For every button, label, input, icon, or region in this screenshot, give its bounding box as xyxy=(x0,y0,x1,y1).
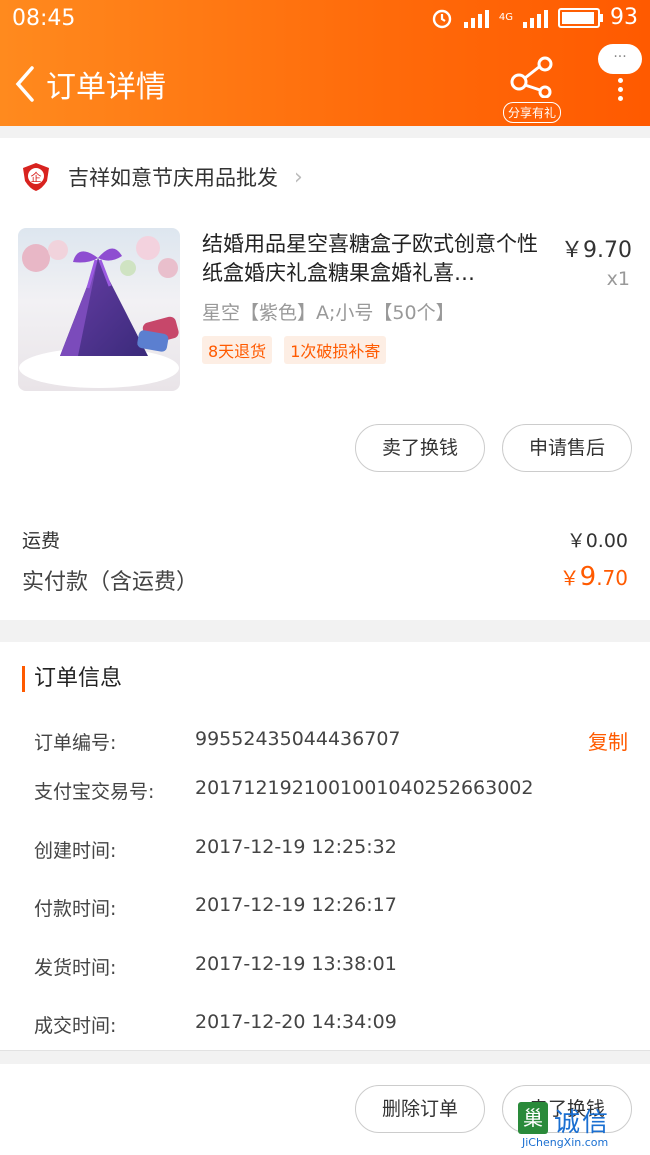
product-sku: 星空【紫色】A;小号【50个】 xyxy=(202,302,455,324)
more-menu-button[interactable]: ··· xyxy=(598,44,642,105)
info-value: 2017-12-20 14:34:09 xyxy=(195,1011,397,1033)
share-button[interactable]: 分享有礼 xyxy=(498,54,566,123)
watermark-url: JiChengXin.com xyxy=(522,1136,609,1149)
info-label: 发货时间: xyxy=(34,957,117,979)
total-currency: ￥ xyxy=(559,566,580,590)
share-icon xyxy=(510,56,553,99)
product-name[interactable]: 结婚用品星空喜糖盒子欧式创意个性纸盒婚庆礼盒糖果盒婚礼喜… xyxy=(202,230,552,288)
battery-percent: 93 xyxy=(610,5,638,30)
shop-name: 吉祥如意节庆用品批发 xyxy=(68,166,278,190)
copy-order-number-button[interactable]: 复制 xyxy=(588,726,628,755)
total-paid-label: 实付款（含运费） xyxy=(22,570,199,595)
watermark: 巢 诚信 JiChengXin.com xyxy=(514,1102,644,1152)
status-time: 08:45 xyxy=(12,6,76,31)
apply-after-sale-button[interactable]: 申请售后 xyxy=(502,424,632,472)
sell-for-cash-button[interactable]: 卖了换钱 xyxy=(355,424,485,472)
total-dec: .70 xyxy=(596,566,628,590)
service-tags: 8天退货 1次破损补寄 xyxy=(202,336,387,364)
tag-return: 8天退货 xyxy=(202,336,273,364)
info-label: 创建时间: xyxy=(34,840,117,862)
shop-badge-char: 企 xyxy=(31,170,42,184)
product-quantity: x1 xyxy=(606,268,630,290)
info-value: 2017-12-19 12:25:32 xyxy=(195,836,397,858)
order-info-title: 订单信息 xyxy=(22,666,122,692)
total-int: 9 xyxy=(579,562,597,592)
alarm-icon xyxy=(432,9,452,28)
enterprise-shield-icon: 企 xyxy=(23,163,49,191)
signal-icon xyxy=(463,8,489,28)
status-icons: 4G 93 xyxy=(430,5,638,30)
chevron-left-icon[interactable] xyxy=(12,64,38,104)
signal-icon-2 xyxy=(523,8,548,28)
product-price: ￥9.70 xyxy=(561,238,632,263)
shop-row[interactable]: 企 吉祥如意节庆用品批发 › xyxy=(22,162,303,192)
info-value: 2017121921001001040252663002 xyxy=(195,777,534,799)
app-header: 08:45 4G 93 订单详情 分享有礼 ··· xyxy=(0,0,650,126)
chevron-right-icon: › xyxy=(294,164,303,190)
watermark-logo: 巢 xyxy=(518,1102,548,1134)
divider xyxy=(0,1050,650,1051)
page-title: 订单详情 xyxy=(46,70,166,105)
info-value: 99552435044436707 xyxy=(195,728,401,750)
tag-damage-compensation: 1次破损补寄 xyxy=(284,336,387,364)
info-label: 成交时间: xyxy=(34,1015,117,1037)
info-value: 2017-12-19 13:38:01 xyxy=(195,953,397,975)
more-dots-icon xyxy=(598,78,642,101)
delete-order-button[interactable]: 删除订单 xyxy=(355,1085,485,1133)
message-bubble-icon: ··· xyxy=(598,44,642,74)
network-type: 4G xyxy=(498,11,513,23)
info-label: 支付宝交易号: xyxy=(34,781,155,803)
info-value: 2017-12-19 12:26:17 xyxy=(195,894,397,916)
product-image[interactable] xyxy=(18,228,180,391)
total-paid-value: ￥9.70 xyxy=(560,562,628,592)
shipping-value: ￥0.00 xyxy=(566,530,628,552)
info-label: 订单编号: xyxy=(34,732,117,754)
shipping-label: 运费 xyxy=(22,530,61,552)
info-label: 付款时间: xyxy=(34,898,117,920)
share-label: 分享有礼 xyxy=(502,102,561,123)
battery-icon xyxy=(558,7,603,28)
watermark-text: 诚信 xyxy=(554,1108,611,1138)
